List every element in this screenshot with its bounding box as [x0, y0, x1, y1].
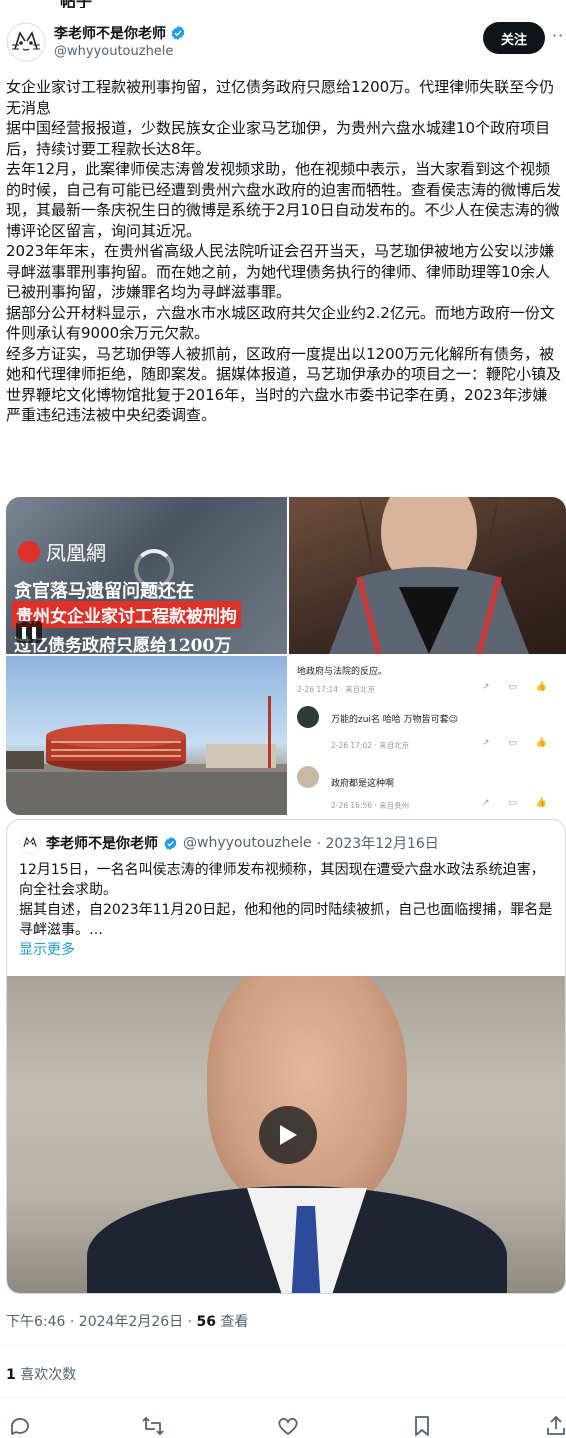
top-bar: 帖子	[0, 0, 566, 8]
comment-item: 政府都是这种啊 2-26 16:56 · 来自贵州 ↗ ▭ 👍	[297, 766, 559, 815]
news-video-thumbnail[interactable]: 凤凰網 贪官落马遗留问题还在 贵州女企业家讨工程款被刑拘 过亿债务政府只愿给12…	[6, 497, 287, 654]
quoted-paragraph: 据其自述，自2023年11月20日起，他和他的同时陆续被抓，自己也面临搜捕，罪名…	[19, 902, 553, 938]
quoted-paragraph: 12月15日，一名名叫侯志涛的律师发布视频称，其因现在遭受六盘水政法系统迫害，向…	[19, 862, 545, 898]
quoted-author[interactable]: 李老师不是你老师 @whyyoutouzhele · 2023年12月16日	[19, 832, 439, 854]
likes-summary[interactable]: 1 喜欢次数	[6, 1364, 76, 1384]
comment-actions-icon: ↗ ▭ 👍	[482, 738, 555, 748]
commenter-avatar	[297, 706, 319, 728]
comment-meta: 2-26 17:14 · 来自北京	[297, 685, 376, 694]
post-paragraph: 据中国经营报报道，少数民族女企业家马艺珈伊，为贵州六盘水城建10个政府项目后，持…	[6, 119, 551, 158]
post-paragraph: 经多方证实，马艺珈伊等人被抓前，区政府一度提出以1200万元化解所有债务，被她和…	[6, 344, 562, 425]
repost-icon[interactable]	[141, 1414, 165, 1438]
ifeng-logo-text: 凤凰網	[46, 541, 106, 565]
comment-item: 地政府与法院的反应。 2-26 17:14 · 来自北京 ↗ ▭ 👍	[297, 662, 559, 694]
likes-count: 1	[6, 1367, 16, 1383]
views-count: 56	[196, 1314, 216, 1330]
author-handle[interactable]: @whyyoutouzhele	[54, 44, 173, 59]
post-paragraph: 去年12月，此案律师侯志涛曾发视频求助，他在视频中表示，当大家看到这个视频的时候…	[6, 160, 562, 240]
comment-text: 地政府与法院的反应。	[297, 667, 388, 677]
news-headline-2: 贵州女企业家讨工程款被刑拘	[12, 601, 241, 628]
divider	[0, 1397, 566, 1398]
post-text: 女企业家讨工程款被刑事拘留，过亿债务政府只愿给1200万。代理律师失联至今仍无消…	[6, 77, 562, 426]
news-headline-1: 贪官落马遗留问题还在	[14, 581, 194, 602]
comment-actions-icon: ↗ ▭ 👍	[482, 682, 555, 692]
comments-screenshot[interactable]: 地政府与法院的反应。 2-26 17:14 · 来自北京 ↗ ▭ 👍 万能的zu…	[289, 656, 566, 815]
page-title: 帖子	[60, 0, 92, 8]
news-headline-3: 过亿债务政府只愿给1200万	[14, 636, 232, 654]
comment-meta: 2-26 16:56 · 来自贵州	[331, 801, 410, 810]
author-avatar[interactable]	[6, 22, 46, 62]
reply-icon[interactable]	[8, 1414, 32, 1438]
woman-photo[interactable]	[289, 497, 566, 654]
verified-badge-icon	[164, 836, 177, 850]
post-timestamp: 下午6:46 · 2024年2月26日 · 56 查看	[6, 1311, 248, 1331]
post-time[interactable]: 下午6:46 · 2024年2月26日 ·	[6, 1314, 197, 1330]
like-icon[interactable]	[276, 1414, 300, 1438]
more-horizontal-icon[interactable]: ···	[552, 26, 566, 45]
comment-actions-icon: ↗ ▭ 👍	[482, 798, 555, 808]
post-paragraph: 2023年年末，在贵州省高级人民法院听证会召开当天，马艺珈伊被地方公安以涉嫌寻衅…	[6, 242, 555, 301]
action-bar	[0, 1412, 566, 1438]
comment-item: 万能的zui名 哈哈 万物皆可套😉 2-26 17:02 · 来自北京 ↗ ▭ …	[297, 706, 559, 756]
quoted-post[interactable]: 李老师不是你老师 @whyyoutouzhele · 2023年12月16日 1…	[6, 819, 566, 1294]
comment-meta: 2-26 17:02 · 来自北京	[331, 741, 410, 750]
show-more-link[interactable]: 显示更多	[19, 940, 555, 960]
quoted-video[interactable]	[7, 976, 565, 1293]
video-person-face	[207, 976, 407, 1216]
post-paragraph: 据部分公开材料显示，六盘水市水城区政府共欠企业约2.2亿元。而地方政府一份文件则…	[6, 303, 555, 343]
post-paragraph: 女企业家讨工程款被刑事拘留，过亿债务政府只愿给1200万。代理律师失联至今仍无消…	[6, 78, 555, 117]
quoted-post-date: · 2023年12月16日	[316, 836, 439, 852]
play-icon[interactable]	[259, 1106, 317, 1164]
bookmark-icon[interactable]	[410, 1414, 434, 1438]
comment-text: 万能的zui名 哈哈 万物皆可套😉	[331, 715, 459, 725]
quoted-author-handle: @whyyoutouzhele	[183, 835, 312, 851]
quoted-author-name: 李老师不是你老师	[46, 836, 158, 852]
quoted-author-avatar	[19, 832, 41, 854]
likes-label: 喜欢次数	[15, 1367, 77, 1383]
share-icon[interactable]	[544, 1414, 566, 1438]
media-grid: 凤凰網 贪官落马遗留问题还在 贵州女企业家讨工程款被刑拘 过亿债务政府只愿给12…	[6, 497, 566, 815]
author-name-row[interactable]: 李老师不是你老师	[54, 23, 186, 43]
commenter-avatar	[297, 766, 319, 788]
museum-photo[interactable]	[6, 656, 287, 815]
post-author-header: 李老师不是你老师 @whyyoutouzhele 关注 ···	[6, 18, 566, 66]
ifeng-logo: 凤凰網	[18, 537, 106, 566]
author-name[interactable]: 李老师不是你老师	[54, 23, 166, 43]
comment-text: 政府都是这种啊	[331, 779, 395, 789]
pause-icon[interactable]: ❚❚	[16, 621, 42, 643]
follow-button[interactable]: 关注	[483, 22, 545, 54]
verified-badge-icon	[171, 26, 185, 40]
divider	[0, 1345, 566, 1346]
ifeng-logo-icon	[18, 540, 40, 563]
quoted-text: 12月15日，一名名叫侯志涛的律师发布视频称，其因现在遭受六盘水政法系统迫害，向…	[19, 860, 555, 960]
views-label: 查看	[215, 1314, 249, 1330]
